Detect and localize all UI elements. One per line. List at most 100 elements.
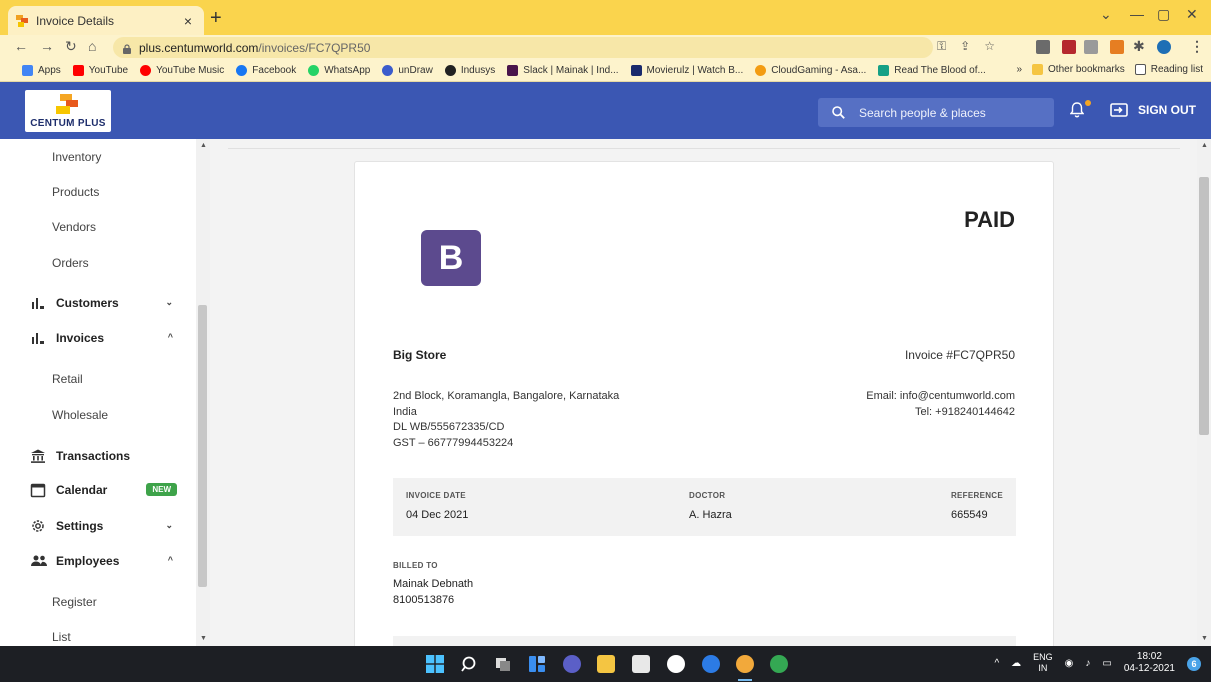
address-bar[interactable]: plus.centumworld.com/invoices/FC7QPR50 ⚿…	[113, 37, 995, 58]
back-icon[interactable]: ←	[14, 38, 28, 54]
other-bookmarks[interactable]: Other bookmarks	[1032, 64, 1125, 75]
metamask-icon[interactable]	[1110, 40, 1124, 54]
bar-chart-icon	[30, 295, 46, 311]
centum-plus-logo[interactable]: CENTUM PLUS	[25, 90, 111, 132]
new-tab-button[interactable]: +	[210, 8, 222, 28]
sidebar-item-settings[interactable]: Settings ⌄	[0, 511, 195, 541]
clock[interactable]: 18:02 04-12-2021	[1124, 651, 1175, 675]
share-icon[interactable]: ⇪	[960, 39, 970, 54]
teams-chat-icon[interactable]	[563, 655, 581, 673]
profile-avatar-icon[interactable]	[1157, 40, 1171, 54]
tab-close-icon[interactable]: ×	[180, 13, 196, 29]
sidebar-item-customers[interactable]: Customers ⌄	[0, 288, 195, 318]
book-icon	[878, 65, 890, 76]
logo-text: CENTUM PLUS	[30, 118, 106, 129]
onedrive-icon[interactable]: ☁	[1011, 658, 1021, 669]
widgets-icon[interactable]	[528, 655, 546, 673]
close-window-button[interactable]: ✕	[1186, 6, 1198, 23]
bookmark-apps[interactable]: Apps	[22, 65, 61, 76]
sidebar-item-inventory[interactable]: Inventory	[0, 142, 195, 172]
windows-start-icon[interactable]	[426, 655, 444, 673]
bookmark-slack[interactable]: Slack | Mainak | Ind...	[507, 65, 619, 76]
sidebar-item-wholesale[interactable]: Wholesale	[0, 400, 195, 430]
tab-search-icon[interactable]: ⌄	[1100, 6, 1112, 23]
sidebar-scroll-thumb[interactable]	[198, 305, 207, 587]
sidebar-item-employees[interactable]: Employees ^	[0, 546, 195, 576]
sidebar-item-products[interactable]: Products	[0, 177, 195, 207]
sidebar-item-vendors[interactable]: Vendors	[0, 212, 195, 242]
browser-toolbar: ← → ↻ ⌂ plus.centumworld.com/invoices/FC…	[0, 35, 1211, 60]
browser-tab[interactable]: Invoice Details ×	[8, 6, 204, 35]
task-view-icon[interactable]	[494, 655, 512, 673]
invoice-doctor: DOCTOR A. Hazra	[689, 491, 732, 521]
sidebar-item-register[interactable]: Register	[0, 587, 195, 617]
divider	[228, 148, 1180, 149]
sidebar-item-list[interactable]: List	[0, 622, 195, 646]
bookmark-facebook[interactable]: Facebook	[236, 65, 296, 76]
bookmark-movierulz[interactable]: Movierulz | Watch B...	[630, 65, 743, 76]
sidebar-item-transactions[interactable]: Transactions	[0, 441, 195, 471]
bookmark-cloudgaming[interactable]: CloudGaming - Asa...	[755, 65, 866, 76]
new-badge: NEW	[146, 483, 177, 496]
bookmark-whatsapp[interactable]: WhatsApp	[308, 65, 370, 76]
page-scroll-thumb[interactable]	[1199, 177, 1209, 435]
show-hidden-icons-icon[interactable]: ^	[994, 658, 999, 669]
notification-bell-icon[interactable]	[1070, 102, 1084, 118]
maximize-button[interactable]: ▢	[1157, 6, 1170, 23]
scroll-down-arrow-icon[interactable]: ▼	[200, 635, 207, 642]
key-icon[interactable]: ⚿	[937, 39, 946, 54]
store-email: Email: info@centumworld.com	[866, 390, 1015, 402]
people-icon	[30, 553, 47, 569]
search-box[interactable]: Search people & places	[818, 98, 1054, 127]
home-icon[interactable]: ⌂	[88, 38, 96, 54]
bookmarks-overflow-button[interactable]: »	[1016, 64, 1022, 75]
reload-icon[interactable]: ↻	[65, 38, 77, 55]
bookmark-indusys[interactable]: Indusys	[444, 65, 495, 76]
invoice-status: PAID	[964, 207, 1015, 232]
extensions-puzzle-icon[interactable]: ✱	[1133, 38, 1145, 55]
app-icon[interactable]	[702, 655, 720, 673]
site-favicon-icon	[16, 14, 28, 27]
invoice-items-header	[393, 636, 1016, 646]
whatsapp-icon	[308, 65, 320, 76]
extension-icon[interactable]	[1062, 40, 1076, 54]
store-logo: B	[421, 230, 481, 286]
volume-icon[interactable]: ♪	[1085, 658, 1090, 669]
sidebar-item-invoices[interactable]: Invoices ^	[0, 323, 195, 353]
chrome-profile-icon[interactable]	[736, 655, 754, 673]
scroll-up-arrow-icon[interactable]: ▲	[200, 142, 207, 149]
bookmark-youtube[interactable]: YouTube	[72, 65, 128, 76]
active-app-indicator	[738, 679, 752, 681]
battery-icon[interactable]: ▭	[1102, 658, 1111, 669]
sidebar-item-calendar[interactable]: Calendar NEW	[0, 475, 195, 505]
scroll-up-arrow-icon[interactable]: ▲	[1201, 142, 1208, 149]
wifi-icon[interactable]: ◉	[1065, 658, 1074, 669]
extension-icon[interactable]	[1036, 40, 1050, 54]
extension-icon[interactable]	[1084, 40, 1098, 54]
bookmark-read-blood[interactable]: Read The Blood of...	[878, 65, 986, 76]
chrome-icon[interactable]	[770, 655, 788, 673]
language-indicator[interactable]: ENG IN	[1033, 652, 1053, 674]
github-desktop-icon[interactable]	[667, 655, 685, 673]
url-host: plus.centumworld.com	[139, 40, 259, 55]
sidebar-item-retail[interactable]: Retail	[0, 364, 195, 394]
file-explorer-icon[interactable]	[597, 655, 615, 673]
search-icon	[832, 106, 845, 119]
star-icon[interactable]: ☆	[984, 39, 995, 54]
browser-menu-icon[interactable]: ⋮	[1190, 38, 1204, 55]
minimize-button[interactable]: —	[1130, 6, 1144, 22]
sidebar-item-orders[interactable]: Orders	[0, 248, 195, 278]
billed-name: Mainak Debnath	[393, 578, 474, 590]
store-icon[interactable]	[632, 655, 650, 673]
windows-taskbar: ^ ☁ ENG IN ◉ ♪ ▭ 18:02 04-12-2021 6	[0, 646, 1211, 682]
reading-list[interactable]: Reading list	[1134, 64, 1203, 75]
invoice-meta: INVOICE DATE 04 Dec 2021 DOCTOR A. Hazra…	[393, 478, 1016, 536]
search-icon[interactable]	[461, 655, 479, 673]
scroll-down-arrow-icon[interactable]: ▼	[1201, 635, 1208, 642]
bookmark-undraw[interactable]: unDraw	[382, 65, 433, 76]
bookmark-youtube-music[interactable]: YouTube Music	[140, 65, 224, 76]
forward-icon[interactable]: →	[40, 38, 54, 54]
notification-count-badge[interactable]: 6	[1187, 657, 1201, 671]
sign-out-button[interactable]: SIGN OUT	[1110, 103, 1196, 117]
movierulz-icon	[630, 65, 642, 76]
